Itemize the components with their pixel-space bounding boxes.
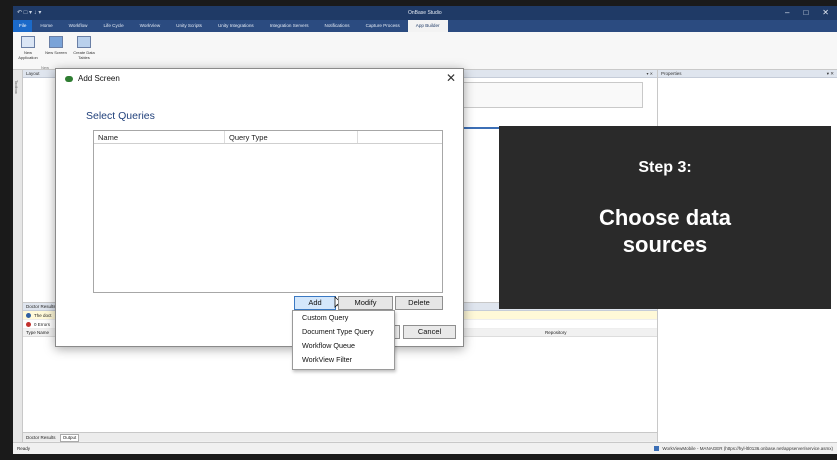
step-description-line2: sources <box>622 232 708 257</box>
modify-button[interactable]: Modify <box>338 296 393 310</box>
dialog-close-icon[interactable]: ✕ <box>446 71 456 85</box>
queries-grid-header: Name Query Type <box>94 131 442 144</box>
column-extra-header <box>358 131 442 143</box>
column-name-header[interactable]: Name <box>94 131 225 143</box>
delete-button[interactable]: Delete <box>395 296 443 310</box>
window-controls: – □ ✕ <box>785 8 829 17</box>
tab-doctor-results[interactable]: Doctor Results <box>26 435 56 440</box>
tab-workflow[interactable]: Workflow <box>61 20 96 32</box>
tab-integration-servers[interactable]: Integration Servers <box>262 20 317 32</box>
dialog-title-bar: Add Screen ✕ <box>56 69 463 89</box>
toolbox-label: Toolbox <box>14 80 19 94</box>
column-type[interactable]: Type <box>26 330 36 335</box>
status-connection: WorkViewMobile - MANAGER (https://hyl-lt… <box>654 443 833 454</box>
new-screen-button[interactable]: New Screen <box>45 36 67 55</box>
toolbox-strip[interactable]: Toolbox <box>13 70 23 454</box>
create-data-tables-label: Create Data Tables <box>73 50 95 60</box>
title-bar: ↶ □ ▾ ↓ ▾ OnBase Studio – □ ✕ <box>13 6 837 20</box>
properties-header: Properties ▾ ✕ <box>658 70 837 78</box>
properties-pin[interactable]: ▾ ✕ <box>827 70 834 77</box>
tab-notifications[interactable]: Notifications <box>317 20 358 32</box>
quick-access-toolbar[interactable]: ↶ □ ▾ ↓ ▾ <box>17 9 41 16</box>
maximize-button[interactable]: □ <box>803 8 808 17</box>
menu-item-workflow-queue[interactable]: Workflow Queue <box>293 339 394 353</box>
menu-item-custom-query[interactable]: Custom Query <box>293 311 394 325</box>
info-icon <box>26 312 31 318</box>
add-dropdown-menu: Custom Query Document Type Query Workflo… <box>292 310 395 370</box>
step-description: Choose data sources <box>499 204 831 258</box>
tab-unity-scripts[interactable]: Unity Scripts <box>168 20 210 32</box>
app-builder-icon <box>65 76 73 82</box>
tab-life-cycle[interactable]: Life Cycle <box>95 20 131 32</box>
ribbon: New Application New Screen Create Data T… <box>13 32 837 70</box>
error-icon <box>26 321 31 327</box>
queries-grid[interactable]: Name Query Type <box>93 130 443 293</box>
dialog-title: Add Screen <box>78 74 120 83</box>
column-repository[interactable]: Repository <box>545 329 567 337</box>
minimize-button[interactable]: – <box>785 8 789 17</box>
select-queries-heading: Select Queries <box>86 110 155 122</box>
step-number: Step 3: <box>638 159 692 176</box>
step-description-line1: Choose data <box>598 205 732 230</box>
menu-item-document-type-query[interactable]: Document Type Query <box>293 325 394 339</box>
create-data-tables-button[interactable]: Create Data Tables <box>71 36 97 60</box>
tab-file[interactable]: File <box>13 20 33 32</box>
tab-output[interactable]: Output <box>59 434 80 442</box>
server-icon <box>654 446 660 452</box>
doctor-info-text: The doct <box>34 312 52 318</box>
step-overlay: Step 3: Choose data sources <box>499 126 831 309</box>
designer-box <box>463 82 643 108</box>
doctor-errors-text: 0 Errors <box>34 321 51 327</box>
data-tables-icon <box>77 36 91 48</box>
close-window-button[interactable]: ✕ <box>822 8 829 17</box>
column-name[interactable]: Name <box>37 330 49 335</box>
new-application-label: New Application <box>18 50 38 60</box>
ribbon-tabs: File Home Workflow Life Cycle WorkView U… <box>13 20 837 32</box>
status-bar: Ready WorkViewMobile - MANAGER (https://… <box>13 442 837 454</box>
tab-home[interactable]: Home <box>32 20 60 32</box>
bottom-tabs: Doctor Results Output <box>23 432 657 442</box>
tab-capture-process[interactable]: Capture Process <box>358 20 408 32</box>
column-query-type-header[interactable]: Query Type <box>225 131 358 143</box>
tab-unity-integrations[interactable]: Unity Integrations <box>210 20 262 32</box>
add-screen-dialog: Add Screen ✕ Select Queries Name Query T… <box>55 68 464 347</box>
application-icon <box>21 36 35 48</box>
tab-app-builder[interactable]: App Builder <box>407 20 448 32</box>
properties-title: Properties <box>661 71 682 76</box>
cancel-button[interactable]: Cancel <box>403 325 456 339</box>
new-screen-label: New Screen <box>45 50 67 55</box>
status-ready: Ready <box>17 446 31 451</box>
menu-item-workview-filter[interactable]: WorkView Filter <box>293 353 394 367</box>
tab-workview[interactable]: WorkView <box>132 20 169 32</box>
designer-pin[interactable]: ▾ ✕ <box>647 71 653 76</box>
status-connection-text: WorkViewMobile - MANAGER (https://hyl-lt… <box>662 446 833 451</box>
new-application-button[interactable]: New Application <box>17 36 39 60</box>
screen-icon <box>49 36 63 48</box>
window-title: OnBase Studio <box>408 10 442 16</box>
add-button[interactable]: Add <box>294 296 336 310</box>
